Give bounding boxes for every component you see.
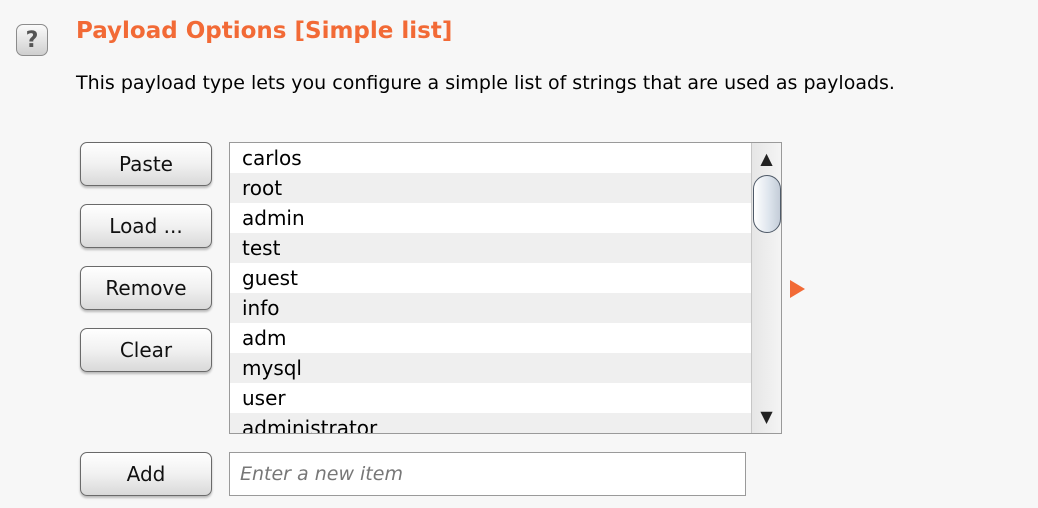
expand-arrow-icon[interactable]: [790, 280, 805, 298]
list-item[interactable]: admin: [230, 203, 751, 233]
remove-button[interactable]: Remove: [80, 266, 212, 310]
scroll-up-icon[interactable]: ▲: [752, 145, 781, 171]
paste-button[interactable]: Paste: [80, 142, 212, 186]
payload-list[interactable]: carlos root admin test guest info adm my…: [229, 142, 782, 434]
list-item[interactable]: test: [230, 233, 751, 263]
payload-list-items[interactable]: carlos root admin test guest info adm my…: [230, 143, 751, 433]
section-title: Payload Options [Simple list]: [76, 18, 453, 44]
list-item[interactable]: mysql: [230, 353, 751, 383]
scrollbar-thumb[interactable]: [753, 175, 781, 233]
list-item[interactable]: guest: [230, 263, 751, 293]
list-item[interactable]: carlos: [230, 143, 751, 173]
list-item[interactable]: info: [230, 293, 751, 323]
load-button[interactable]: Load ...: [80, 204, 212, 248]
list-item[interactable]: administrator: [230, 413, 751, 433]
list-item[interactable]: user: [230, 383, 751, 413]
scroll-down-icon[interactable]: ▼: [752, 403, 781, 429]
list-scrollbar[interactable]: ▲ ▼: [751, 143, 781, 433]
clear-button[interactable]: Clear: [80, 328, 212, 372]
list-item[interactable]: root: [230, 173, 751, 203]
section-description: This payload type lets you configure a s…: [76, 72, 895, 94]
add-button[interactable]: Add: [80, 452, 212, 496]
help-icon[interactable]: ?: [16, 24, 48, 56]
new-item-input[interactable]: [229, 452, 746, 496]
list-item[interactable]: adm: [230, 323, 751, 353]
